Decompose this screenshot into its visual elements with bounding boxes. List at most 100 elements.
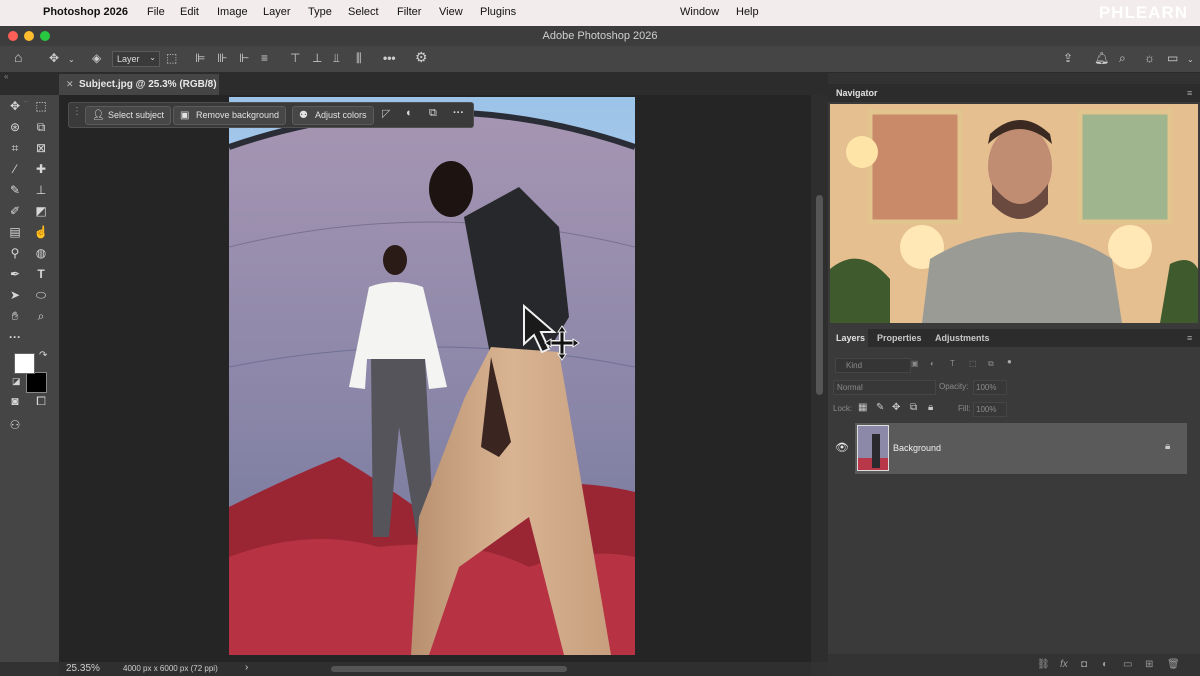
opacity-input[interactable]: 100% <box>973 380 1007 395</box>
layer-name[interactable]: Background <box>893 443 941 453</box>
type-tool-icon[interactable]: T <box>33 266 49 282</box>
zoom-level[interactable]: 25.35% <box>66 663 100 674</box>
adjust-colors-button[interactable]: ⚉ Adjust colors <box>292 106 374 125</box>
collapse-toolbar-icon[interactable]: « <box>4 72 8 81</box>
menu-select[interactable]: Select <box>348 6 379 18</box>
layer-lock-icon[interactable]: 🔒︎ <box>1165 441 1170 452</box>
layer-style-fx-icon[interactable]: fx <box>1060 659 1068 670</box>
menu-file[interactable]: File <box>147 6 165 18</box>
distribute-icon[interactable]: ≡ <box>261 51 268 65</box>
layer-row[interactable]: Background 🔒︎ <box>855 423 1187 474</box>
navigator-tab[interactable]: Navigator <box>836 84 878 102</box>
filter-smart-object-icon[interactable]: ⧉ <box>988 359 994 369</box>
generative-icon[interactable]: ⚇ <box>7 417 23 433</box>
menu-filter[interactable]: Filter <box>397 6 421 18</box>
select-subject-button[interactable]: 👤︎ Select subject <box>85 106 172 125</box>
gear-icon[interactable]: ⚙ <box>415 49 428 66</box>
fill-input[interactable]: 100% <box>973 402 1007 417</box>
add-mask-icon[interactable]: ◘ <box>1081 659 1087 670</box>
swap-colors-icon[interactable]: ↷ <box>39 350 47 361</box>
filter-shape-icon[interactable]: ⬚ <box>969 359 977 368</box>
generative-fill-icon[interactable]: ⧉ <box>429 107 437 120</box>
search-icon[interactable]: ⌕ <box>1119 51 1126 66</box>
lock-all-icon[interactable]: 🔒︎ <box>928 402 933 413</box>
menu-type[interactable]: Type <box>308 6 332 18</box>
menu-app-name[interactable]: Photoshop 2026 <box>43 6 128 18</box>
history-brush-tool-icon[interactable]: ✐ <box>7 203 23 219</box>
auto-select-layer-dropdown[interactable]: Layer ⌄ <box>112 51 160 67</box>
remove-background-button[interactable]: ▣ Remove background <box>173 106 287 125</box>
filter-type-icon[interactable]: T <box>950 359 955 368</box>
lock-transparent-icon[interactable]: ▦ <box>858 402 867 413</box>
layer-visibility-eye-icon[interactable]: 👁︎ <box>835 441 849 454</box>
panel-menu-icon[interactable]: ≡ <box>1187 84 1195 102</box>
align-right-icon[interactable]: ⊩ <box>239 51 249 65</box>
new-group-icon[interactable]: ▭ <box>1123 659 1132 670</box>
object-select-tool-icon[interactable]: ⊛ <box>7 119 23 135</box>
home-icon[interactable]: ⌂ <box>14 49 22 65</box>
navigator-preview[interactable] <box>830 104 1198 323</box>
discover-icon[interactable]: ☼ <box>1144 51 1155 65</box>
frame-tool-icon[interactable]: ⊠ <box>33 140 49 156</box>
workspace-icon[interactable]: ▭ <box>1167 51 1178 65</box>
grip-icon[interactable]: ⋮ <box>72 106 82 117</box>
sponge-tool-icon[interactable]: ◍ <box>33 245 49 261</box>
align-left-icon[interactable]: ⊫ <box>195 51 205 65</box>
layer-filter-kind-dropdown[interactable]: Kind <box>835 358 911 373</box>
document-tab[interactable]: ✕ Subject.jpg @ 25.3% (RGB/8) <box>59 74 219 95</box>
new-adjustment-layer-icon[interactable]: ◐ <box>1102 659 1108 670</box>
pen-tool-icon[interactable]: ✒ <box>7 266 23 282</box>
brush-tool-icon[interactable]: ✎ <box>7 182 23 198</box>
edit-toolbar-icon[interactable]: ··· <box>7 329 23 345</box>
delete-layer-icon[interactable]: 🗑︎ <box>1167 659 1180 670</box>
filter-pixel-icon[interactable]: ▣ <box>911 359 919 368</box>
healing-brush-tool-icon[interactable]: ✚ <box>33 161 49 177</box>
filter-toggle-icon[interactable]: ● <box>1007 357 1012 366</box>
zoom-tool-icon[interactable]: ⌕ <box>33 308 49 324</box>
marquee-tool-icon[interactable]: ⬚ <box>33 98 49 114</box>
path-select-tool-icon[interactable]: ➤ <box>7 287 23 303</box>
chevron-down-icon[interactable]: ⌄ <box>68 55 75 64</box>
canvas-area[interactable] <box>59 95 811 662</box>
eyedropper-tool-icon[interactable]: ⁄ <box>7 161 23 177</box>
move-tool-icon[interactable]: ✥ <box>7 98 23 114</box>
align-top-icon[interactable]: ⊤ <box>290 51 300 65</box>
crop-tool-icon[interactable]: ⌗ <box>7 140 23 156</box>
quick-select-tool-icon[interactable]: ⧉ <box>33 119 49 135</box>
background-color-swatch[interactable] <box>26 372 47 393</box>
align-bottom-icon[interactable]: ⫫ <box>333 51 340 66</box>
menu-plugins[interactable]: Plugins <box>480 6 516 18</box>
vertical-scroll-thumb[interactable] <box>816 195 823 395</box>
share-icon[interactable]: ⇪ <box>1063 51 1073 65</box>
more-options-icon[interactable]: ··· <box>453 107 464 119</box>
align-middle-icon[interactable]: ⊥ <box>312 51 322 65</box>
filter-adjustment-icon[interactable]: ◐ <box>930 359 935 368</box>
menu-image[interactable]: Image <box>217 6 248 18</box>
chevron-down-icon[interactable]: ⌄ <box>1187 55 1194 64</box>
adjustment-icon[interactable]: ◐ <box>406 107 413 119</box>
menu-edit[interactable]: Edit <box>180 6 199 18</box>
menu-view[interactable]: View <box>439 6 463 18</box>
toolbar-grip[interactable]: ‥ <box>23 95 28 104</box>
lasso-icon[interactable]: ◸ <box>382 107 390 120</box>
chevron-right-icon[interactable]: › <box>245 662 248 673</box>
ellipse-tool-icon[interactable]: ⬭ <box>33 287 49 303</box>
more-options-icon[interactable]: ••• <box>383 51 396 65</box>
move-tool-preset-icon[interactable]: ✥ <box>49 51 59 65</box>
canvas-vertical-scrollbar[interactable] <box>811 95 828 662</box>
distribute-vertical-icon[interactable]: ⫼ <box>356 51 362 66</box>
link-layers-icon[interactable]: ⛓ <box>1037 659 1050 670</box>
lock-position-icon[interactable]: ✥ <box>892 402 900 413</box>
transform-controls-icon[interactable]: ⬚ <box>166 51 177 65</box>
blend-mode-dropdown[interactable]: Normal <box>833 380 936 395</box>
tab-layers[interactable]: Layers <box>836 329 865 347</box>
auto-select-icon[interactable]: ◈ <box>92 51 101 65</box>
quick-mask-icon[interactable]: ◙ <box>7 393 23 409</box>
align-center-icon[interactable]: ⊪ <box>217 51 227 65</box>
menu-layer[interactable]: Layer <box>263 6 291 18</box>
smudge-tool-icon[interactable]: ☝ <box>33 224 49 240</box>
eraser-tool-icon[interactable]: ◩ <box>33 203 49 219</box>
horizontal-scroll-thumb[interactable] <box>331 666 567 672</box>
default-colors-icon[interactable]: ◪ <box>12 376 21 387</box>
bell-icon[interactable]: 🔔︎ <box>1094 51 1109 65</box>
